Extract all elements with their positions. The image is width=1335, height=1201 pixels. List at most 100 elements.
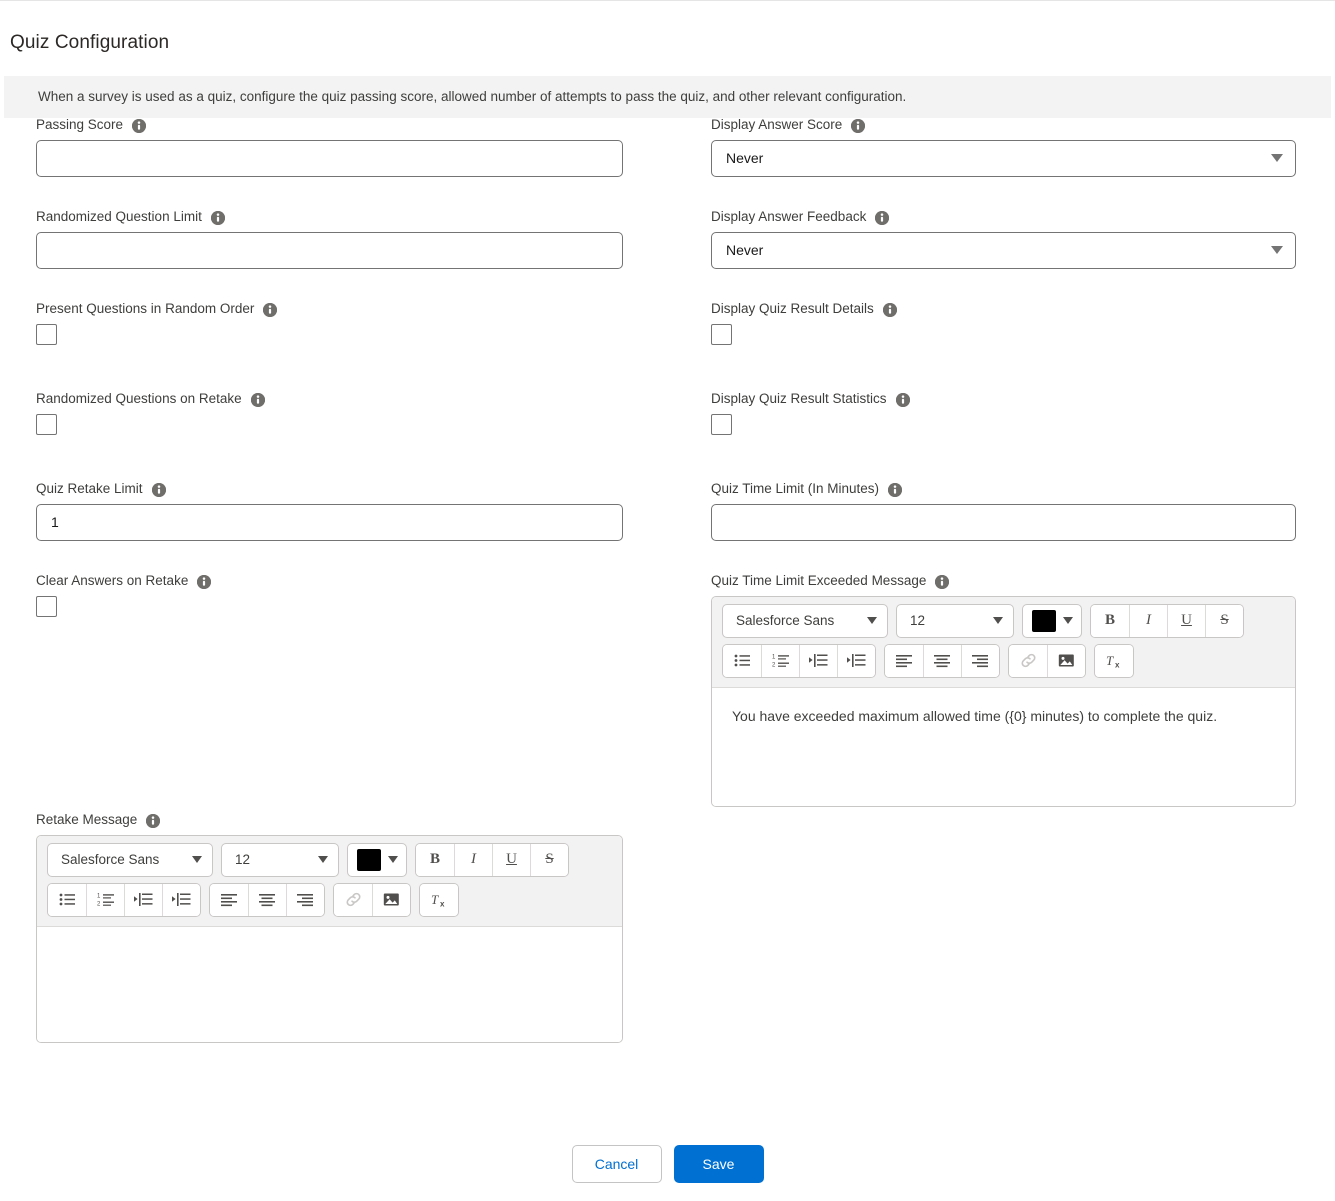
info-icon[interactable] (146, 813, 161, 828)
label-retake-message: Retake Message (36, 813, 623, 828)
display-quiz-result-statistics-label-text: Display Quiz Result Statistics (711, 391, 887, 407)
form-grid: Passing Score Randomized Question Limit (0, 118, 1335, 1043)
field-display-answer-score: Display Answer Score Never (711, 118, 1296, 177)
field-present-random-order: Present Questions in Random Order (36, 302, 623, 345)
text-color-picker[interactable] (1022, 603, 1082, 638)
label-randomized-question-limit: Randomized Question Limit (36, 210, 623, 225)
chevron-down-icon (993, 617, 1003, 625)
text-color-picker[interactable] (347, 842, 407, 877)
present-random-order-label-text: Present Questions in Random Order (36, 301, 255, 317)
strikethrough-label: S (545, 851, 554, 868)
info-icon[interactable] (888, 482, 903, 497)
link-icon[interactable] (1009, 644, 1047, 677)
bulleted-list-icon[interactable] (48, 883, 86, 916)
align-right-icon[interactable] (961, 644, 999, 677)
align-left-icon[interactable] (885, 644, 923, 677)
footer-actions: Cancel Save (0, 1145, 1335, 1183)
svg-text:1: 1 (97, 894, 101, 900)
toolbar-row-1: Salesforce Sans 12 B I U S (722, 603, 1289, 638)
quiz-retake-limit-input[interactable] (36, 503, 623, 541)
info-icon[interactable] (935, 574, 950, 589)
svg-text:T: T (1106, 653, 1114, 668)
label-quiz-time-limit: Quiz Time Limit (In Minutes) (711, 482, 1296, 497)
label-display-answer-score: Display Answer Score (711, 118, 1296, 133)
image-icon[interactable] (372, 883, 410, 916)
retake-message-body[interactable] (37, 926, 622, 1042)
list-group: 12 (722, 643, 876, 678)
info-icon[interactable] (132, 118, 147, 133)
display-quiz-result-statistics-checkbox[interactable] (711, 413, 732, 435)
clear-answers-on-retake-label-text: Clear Answers on Retake (36, 573, 189, 589)
italic-button[interactable]: I (454, 843, 492, 876)
randomized-question-limit-input[interactable] (36, 231, 623, 269)
align-left-icon[interactable] (210, 883, 248, 916)
retake-message-toolbar: Salesforce Sans 12 B I U S 1 2 T x (37, 835, 622, 927)
underline-button[interactable]: U (492, 843, 530, 876)
cancel-button[interactable]: Cancel (571, 1145, 662, 1183)
remove-format-group: Tx (419, 882, 459, 917)
link-icon[interactable] (334, 883, 372, 916)
time-limit-exceeded-message-body[interactable]: You have exceeded maximum allowed time (… (712, 687, 1295, 806)
info-icon[interactable] (875, 210, 890, 225)
info-icon[interactable] (895, 392, 910, 407)
info-icon[interactable] (882, 302, 897, 317)
time-limit-exceeded-message-editor: Salesforce Sans 12 B I U S 1 2 T x You h… (711, 595, 1296, 807)
info-icon[interactable] (151, 482, 166, 497)
field-quiz-retake-limit: Quiz Retake Limit (36, 482, 623, 541)
info-icon[interactable] (197, 574, 212, 589)
info-icon[interactable] (263, 302, 278, 317)
outdent-icon[interactable] (837, 644, 875, 677)
info-icon[interactable] (851, 118, 866, 133)
text-style-group: B I U S (415, 842, 569, 877)
save-button[interactable]: Save (673, 1145, 764, 1183)
font-size-select[interactable]: 12 (221, 842, 339, 877)
randomized-on-retake-checkbox[interactable] (36, 413, 57, 435)
bulleted-list-icon[interactable] (723, 644, 761, 677)
svg-text:x: x (1115, 661, 1120, 670)
align-center-icon[interactable] (248, 883, 286, 916)
numbered-list-icon[interactable]: 12 (86, 883, 124, 916)
svg-text:2: 2 (97, 902, 101, 908)
svg-text:x: x (440, 900, 445, 909)
font-size-value: 12 (235, 852, 251, 868)
strikethrough-button[interactable]: S (1205, 604, 1243, 637)
italic-button[interactable]: I (1129, 604, 1167, 637)
indent-icon[interactable] (124, 883, 162, 916)
remove-formatting-icon[interactable]: Tx (420, 883, 458, 916)
bold-label: B (1104, 612, 1115, 629)
field-passing-score: Passing Score (36, 118, 623, 177)
color-swatch (1032, 609, 1056, 632)
font-size-select[interactable]: 12 (896, 603, 1014, 638)
remove-formatting-icon[interactable]: Tx (1095, 644, 1133, 677)
font-family-value: Salesforce Sans (61, 852, 160, 868)
display-answer-score-select-wrap: Never (711, 139, 1296, 177)
font-size-value: 12 (910, 613, 926, 629)
display-answer-feedback-select[interactable]: Never (711, 231, 1296, 269)
insert-group (333, 882, 411, 917)
numbered-list-icon[interactable]: 12 (761, 644, 799, 677)
font-family-value: Salesforce Sans (736, 613, 835, 629)
present-random-order-checkbox[interactable] (36, 323, 57, 345)
italic-label: I (471, 851, 476, 868)
image-icon[interactable] (1047, 644, 1085, 677)
underline-button[interactable]: U (1167, 604, 1205, 637)
display-quiz-result-details-checkbox[interactable] (711, 323, 732, 345)
bold-button[interactable]: B (416, 843, 454, 876)
outdent-icon[interactable] (162, 883, 200, 916)
passing-score-input[interactable] (36, 139, 623, 177)
font-family-select[interactable]: Salesforce Sans (722, 603, 888, 638)
strikethrough-button[interactable]: S (530, 843, 568, 876)
font-family-select[interactable]: Salesforce Sans (47, 842, 213, 877)
display-answer-score-select[interactable]: Never (711, 139, 1296, 177)
indent-icon[interactable] (799, 644, 837, 677)
align-center-icon[interactable] (923, 644, 961, 677)
info-icon[interactable] (250, 392, 265, 407)
info-icon[interactable] (210, 210, 225, 225)
text-style-group: B I U S (1090, 603, 1244, 638)
clear-answers-on-retake-checkbox[interactable] (36, 595, 57, 617)
align-right-icon[interactable] (286, 883, 324, 916)
quiz-time-limit-input[interactable] (711, 503, 1296, 541)
underline-label: U (506, 851, 517, 868)
bold-button[interactable]: B (1091, 604, 1129, 637)
randomized-on-retake-label-text: Randomized Questions on Retake (36, 391, 242, 407)
